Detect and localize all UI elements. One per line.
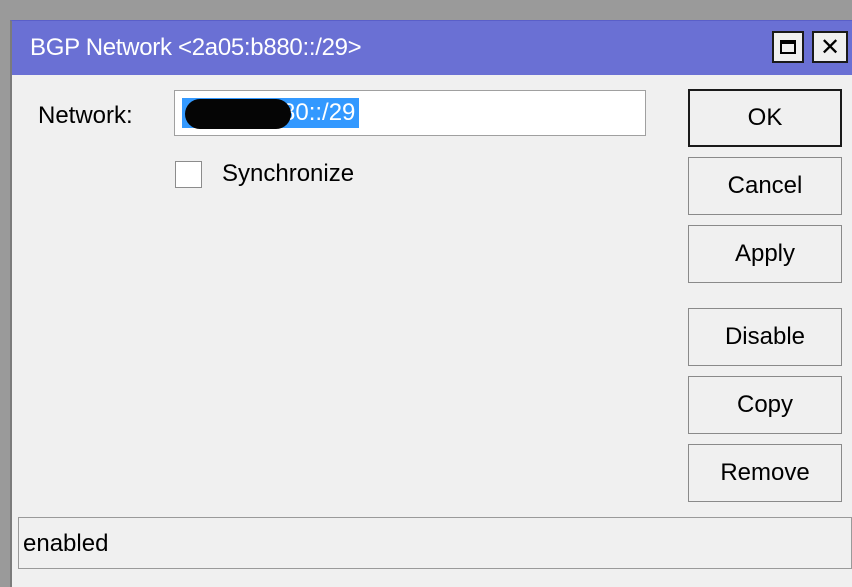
ok-button[interactable]: OK — [688, 89, 842, 147]
apply-button[interactable]: Apply — [688, 225, 842, 283]
network-input[interactable]: 80::/29 — [174, 90, 646, 136]
status-bar: enabled — [18, 517, 852, 569]
disable-button[interactable]: Disable — [688, 308, 842, 366]
close-icon: ✕ — [819, 33, 841, 61]
maximize-icon — [780, 40, 796, 54]
redaction-mark — [185, 99, 291, 129]
synchronize-label[interactable]: Synchronize — [222, 160, 354, 188]
cancel-button[interactable]: Cancel — [688, 157, 842, 215]
window-title: BGP Network <2a05:b880::/29> — [30, 34, 362, 61]
maximize-button[interactable] — [772, 31, 804, 63]
network-label: Network: — [38, 102, 133, 129]
title-bar[interactable]: BGP Network <2a05:b880::/29> ✕ — [12, 21, 852, 75]
close-button[interactable]: ✕ — [812, 31, 848, 63]
copy-button[interactable]: Copy — [688, 376, 842, 434]
synchronize-checkbox[interactable] — [175, 161, 202, 188]
status-text: enabled — [23, 530, 109, 557]
remove-button[interactable]: Remove — [688, 444, 842, 502]
bgp-network-dialog: BGP Network <2a05:b880::/29> ✕ Network: … — [10, 20, 852, 587]
